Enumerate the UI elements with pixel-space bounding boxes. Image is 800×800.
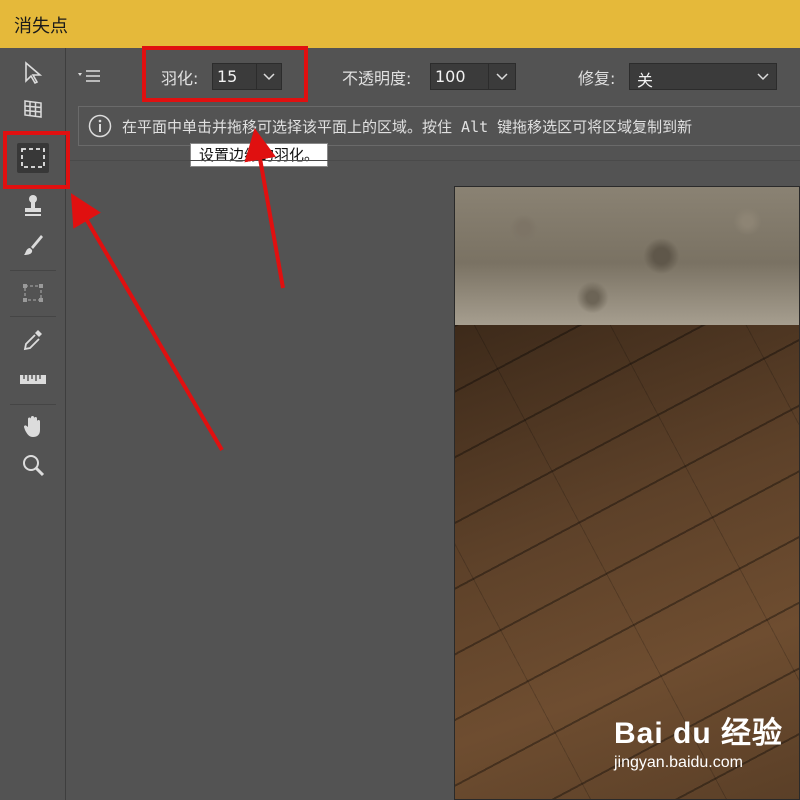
annotation-arrows xyxy=(70,128,285,452)
watermark-url: jingyan.baidu.com xyxy=(614,754,743,771)
baidu-logo: Bai du 经验 xyxy=(614,717,784,750)
arrow-to-feather xyxy=(244,128,285,289)
arrow-to-marquee xyxy=(70,193,224,452)
baidu-watermark: Bai du 经验 jingyan.baidu.com xyxy=(614,708,783,772)
